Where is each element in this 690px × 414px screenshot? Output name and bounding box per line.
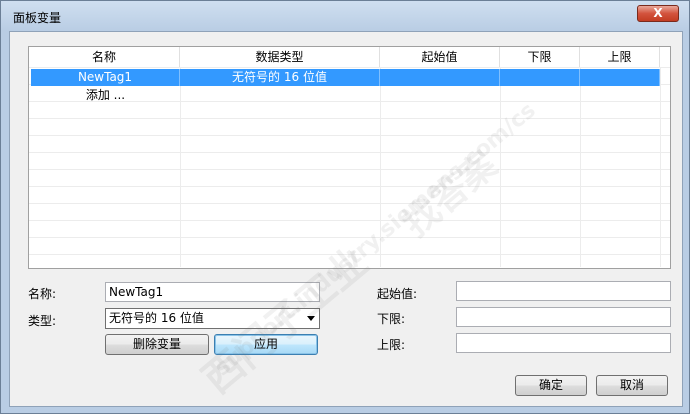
name-label: 名称: <box>28 287 57 301</box>
title-bar[interactable]: 面板变量 X <box>1 1 689 31</box>
tag-grid[interactable]: 名称 数据类型 起始值 下限 上限 NewTag1 无符号的 16 位值 添加 <box>28 46 671 269</box>
cell-low[interactable] <box>500 69 580 86</box>
low-limit-label: 下限: <box>377 312 406 326</box>
low-limit-input[interactable] <box>456 307 671 327</box>
cell-type[interactable]: 无符号的 16 位值 <box>180 69 380 86</box>
grid-divider <box>500 67 501 267</box>
column-header-name[interactable]: 名称 <box>29 47 180 67</box>
add-row-item[interactable]: 添加 ... <box>31 87 180 104</box>
type-select-value: 无符号的 16 位值 <box>109 311 204 325</box>
high-limit-label: 上限: <box>377 338 406 352</box>
dialog-title: 面板变量 <box>13 11 62 25</box>
grid-divider <box>580 67 581 267</box>
high-limit-input[interactable] <box>456 333 671 353</box>
type-label: 类型: <box>28 314 57 328</box>
ok-button[interactable]: 确定 <box>515 375 587 396</box>
dialog-client-area: 名称 数据类型 起始值 下限 上限 NewTag1 无符号的 16 位值 添加 <box>9 31 683 407</box>
delete-tag-button[interactable]: 删除变量 <box>105 334 209 355</box>
chevron-down-icon[interactable] <box>307 316 315 321</box>
table-row[interactable]: NewTag1 无符号的 16 位值 <box>31 69 660 86</box>
dialog-window: 面板变量 X 名称 数据类型 起始值 下限 上限 NewTag1 无符号的 16… <box>0 0 690 414</box>
column-header-low[interactable]: 下限 <box>500 47 580 67</box>
cell-name[interactable]: NewTag1 <box>31 69 180 86</box>
column-header-start[interactable]: 起始值 <box>380 47 500 67</box>
name-input[interactable]: NewTag1 <box>105 282 320 302</box>
cell-start[interactable] <box>380 69 500 86</box>
close-button[interactable]: X <box>637 5 679 22</box>
column-header-high[interactable]: 上限 <box>580 47 660 67</box>
column-header-type[interactable]: 数据类型 <box>180 47 380 67</box>
type-select[interactable]: 无符号的 16 位值 <box>105 308 320 329</box>
grid-divider <box>660 67 661 267</box>
cancel-button[interactable]: 取消 <box>596 375 668 396</box>
grid-divider <box>180 67 181 267</box>
start-value-input[interactable] <box>456 281 671 301</box>
grid-header: 名称 数据类型 起始值 下限 上限 <box>29 47 670 67</box>
close-icon: X <box>653 6 663 20</box>
start-value-label: 起始值: <box>377 287 418 301</box>
cell-high[interactable] <box>580 69 660 86</box>
apply-button[interactable]: 应用 <box>214 334 318 355</box>
grid-divider <box>380 67 381 267</box>
